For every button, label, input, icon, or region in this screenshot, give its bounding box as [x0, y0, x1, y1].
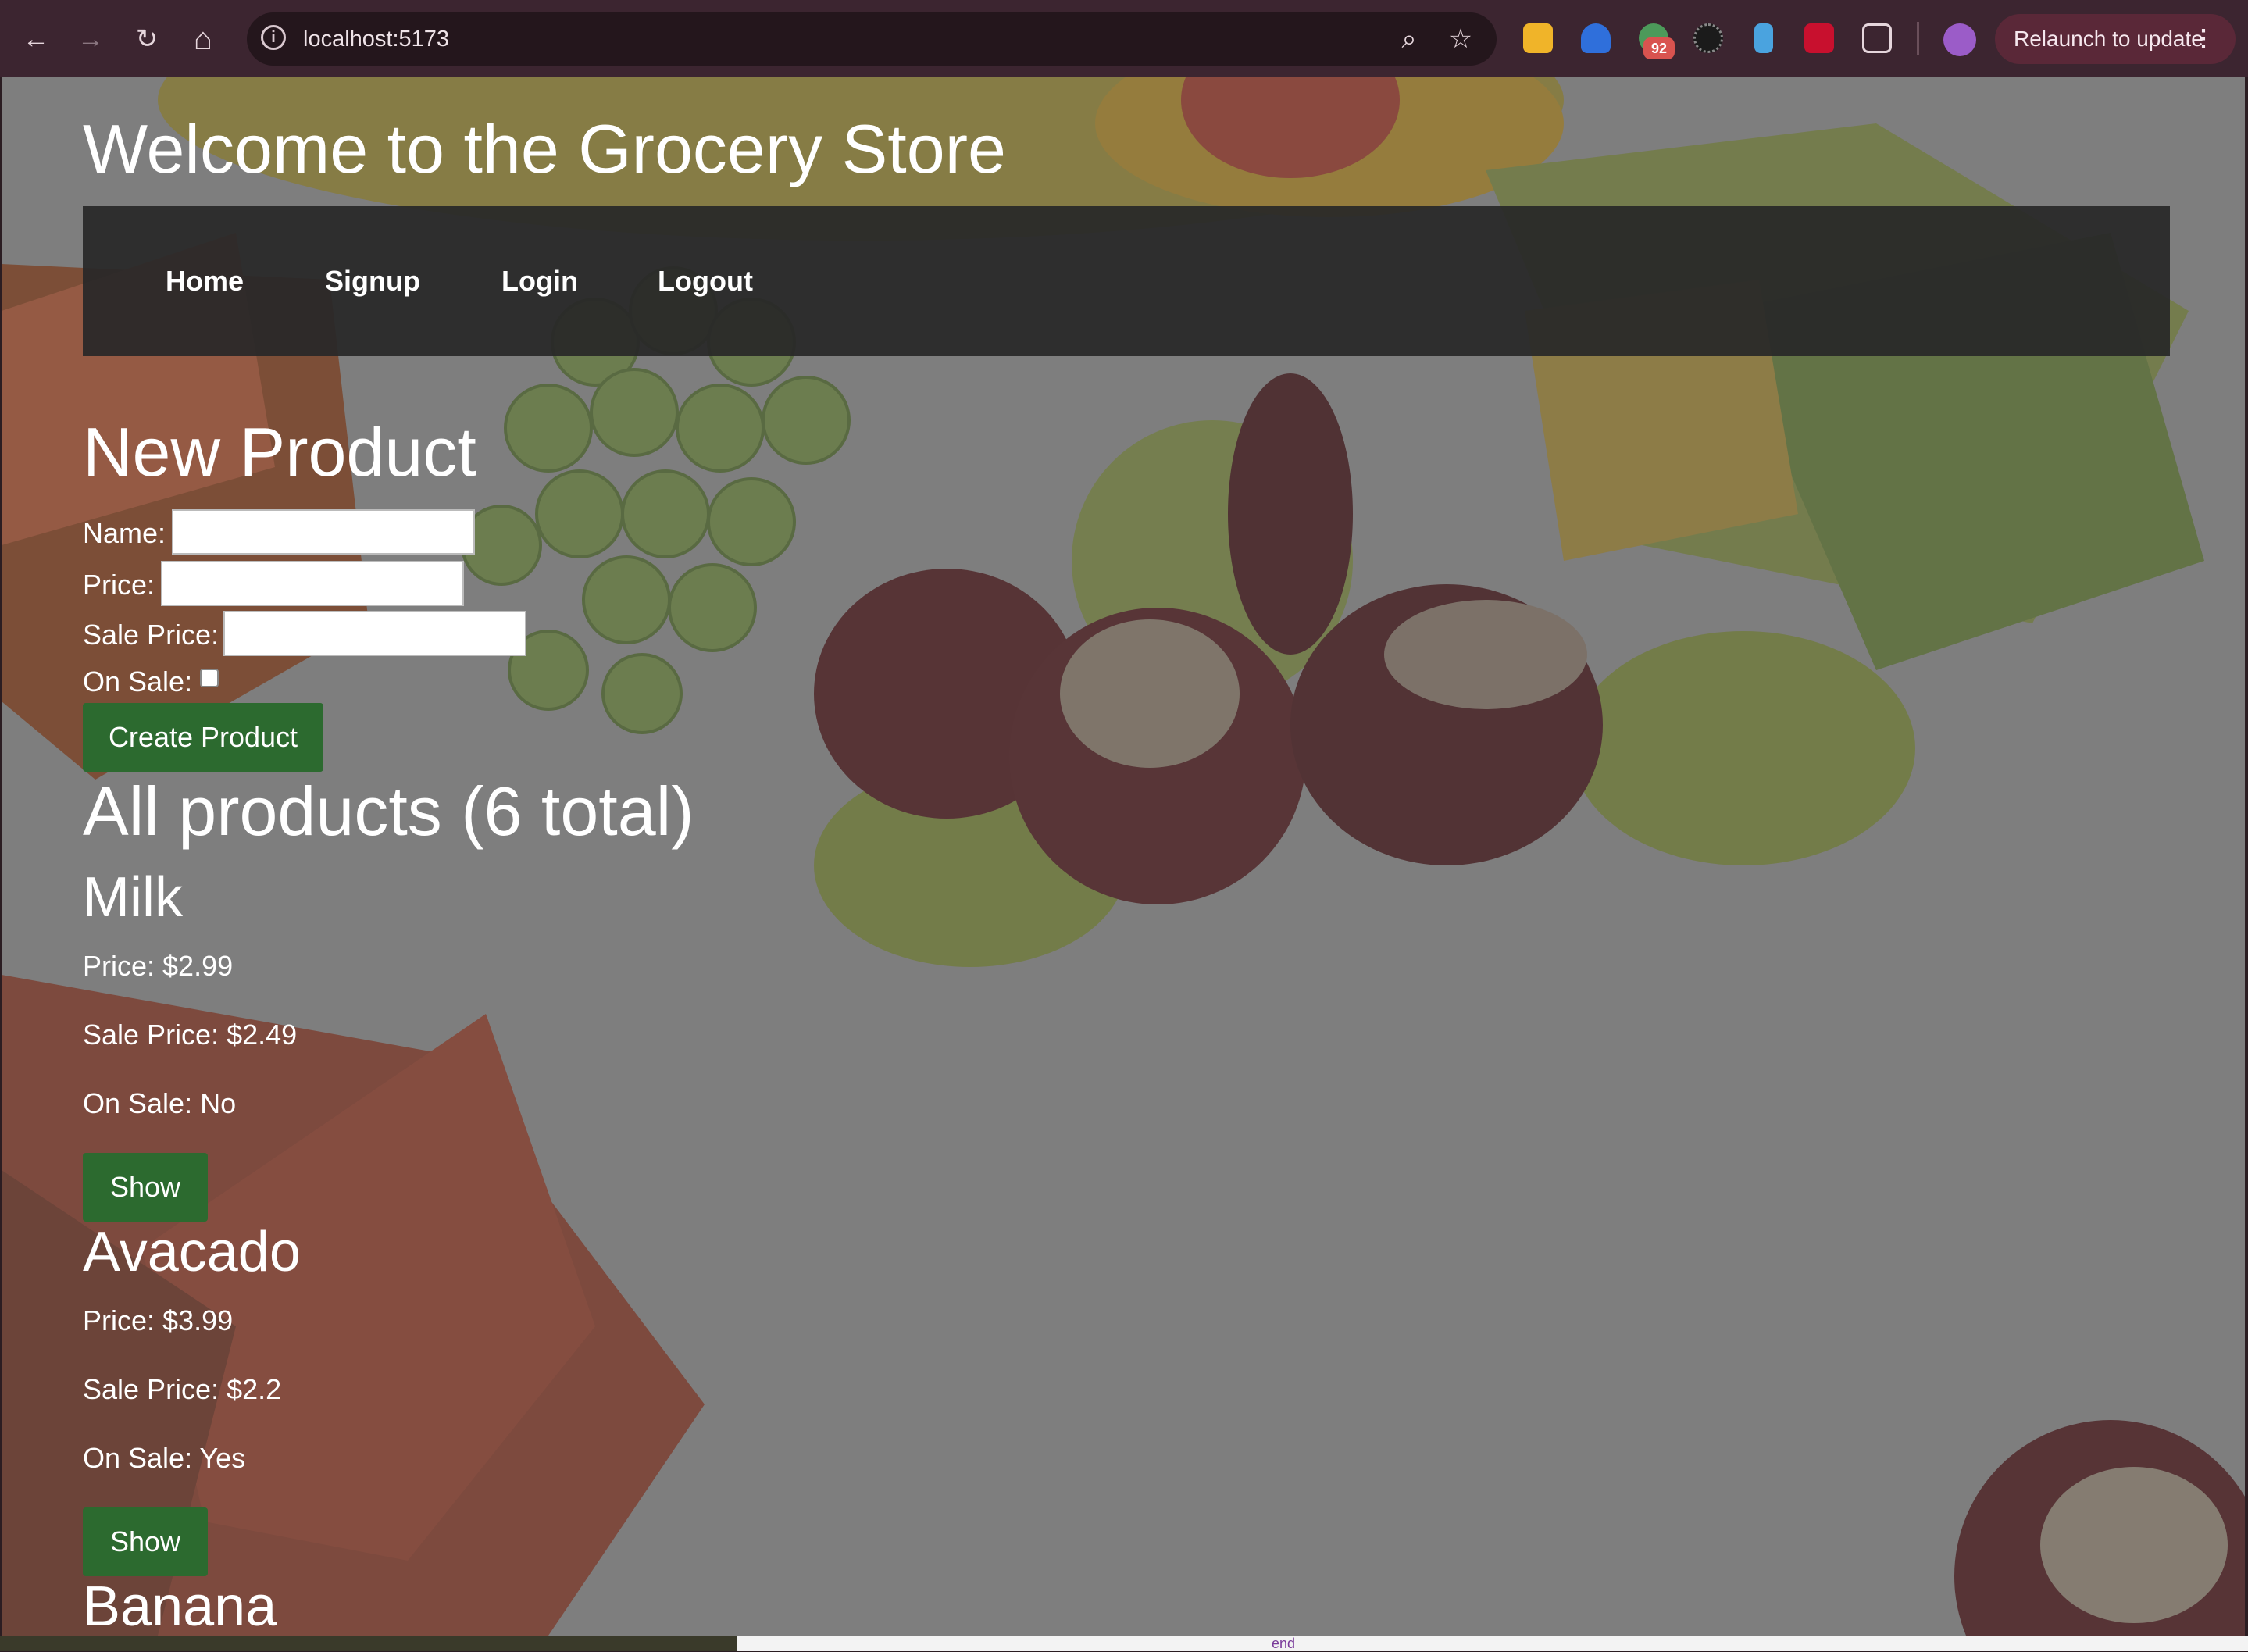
- product-sale-price: Sale Price: $2.49: [83, 1019, 298, 1051]
- on-sale-label: On Sale:: [83, 665, 193, 698]
- extension-badge: 92: [1643, 37, 1675, 59]
- extension-yellow-icon[interactable]: [1523, 23, 1553, 53]
- extension-gear-icon[interactable]: [1693, 23, 1723, 53]
- bitwarden-icon[interactable]: [1581, 23, 1611, 53]
- nav-home-link[interactable]: Home: [166, 206, 244, 356]
- new-product-heading: New Product: [83, 413, 476, 491]
- product-on-sale: On Sale: Yes: [83, 1442, 246, 1474]
- zoom-icon[interactable]: ⌕: [1392, 22, 1426, 56]
- sale-price-input[interactable]: [223, 611, 526, 656]
- name-input[interactable]: [172, 509, 475, 555]
- extension-hi-icon[interactable]: [1804, 23, 1834, 53]
- menu-kebab-icon[interactable]: ⋮: [2192, 14, 2215, 64]
- nav-signup-link[interactable]: Signup: [325, 206, 420, 356]
- toolbar-divider: [1917, 22, 1919, 55]
- url-text[interactable]: localhost:5173: [303, 12, 449, 66]
- product-price: Price: $3.99: [83, 1304, 234, 1336]
- create-product-button[interactable]: Create Product: [83, 703, 323, 772]
- profile-avatar[interactable]: [1943, 23, 1976, 56]
- extensions-puzzle-icon[interactable]: [1862, 23, 1892, 53]
- product-price: Price: $2.99: [83, 950, 234, 982]
- price-label: Price:: [83, 569, 155, 601]
- nav-logout-link[interactable]: Logout: [658, 206, 753, 356]
- site-info-icon[interactable]: i: [261, 25, 286, 50]
- reload-icon[interactable]: ↻: [128, 20, 166, 58]
- show-product-button[interactable]: Show: [83, 1507, 208, 1576]
- page-title: Welcome to the Grocery Store: [83, 110, 1006, 187]
- on-sale-checkbox[interactable]: [200, 669, 219, 687]
- browser-toolbar: ← → ↻ ⌂ i localhost:5173 ⌕ ☆ 92 Relaunch…: [0, 0, 2248, 77]
- all-products-heading: All products (6 total): [83, 772, 694, 850]
- price-input[interactable]: [161, 561, 464, 606]
- show-product-button[interactable]: Show: [83, 1153, 208, 1222]
- product-on-sale: On Sale: No: [83, 1087, 237, 1119]
- relaunch-label: Relaunch to update: [2014, 27, 2203, 51]
- page-viewport: Welcome to the Grocery Store Home Signup…: [2, 77, 2245, 1636]
- sale-price-label: Sale Price:: [83, 619, 219, 651]
- product-name: Banana: [83, 1575, 277, 1636]
- editor-text: end: [1272, 1636, 1296, 1651]
- page-content: Welcome to the Grocery Store Home Signup…: [2, 77, 2245, 1636]
- underlying-editor: end: [737, 1636, 2248, 1651]
- bookmark-star-icon[interactable]: ☆: [1443, 22, 1478, 56]
- product-sale-price: Sale Price: $2.2: [83, 1373, 282, 1405]
- relaunch-button[interactable]: Relaunch to update ⋮: [1995, 14, 2236, 64]
- underlying-window-strip: end: [0, 1636, 2248, 1651]
- product-name: Avacado: [83, 1221, 301, 1283]
- product-name: Milk: [83, 866, 183, 929]
- extension-cup-icon[interactable]: [1754, 23, 1773, 53]
- nav-login-link[interactable]: Login: [501, 206, 578, 356]
- home-icon[interactable]: ⌂: [184, 20, 222, 58]
- address-bar[interactable]: i localhost:5173 ⌕ ☆: [247, 12, 1497, 66]
- back-icon[interactable]: ←: [17, 20, 55, 58]
- main-navbar: Home Signup Login Logout: [83, 206, 2170, 356]
- name-label: Name:: [83, 517, 166, 549]
- forward-icon[interactable]: →: [72, 20, 109, 58]
